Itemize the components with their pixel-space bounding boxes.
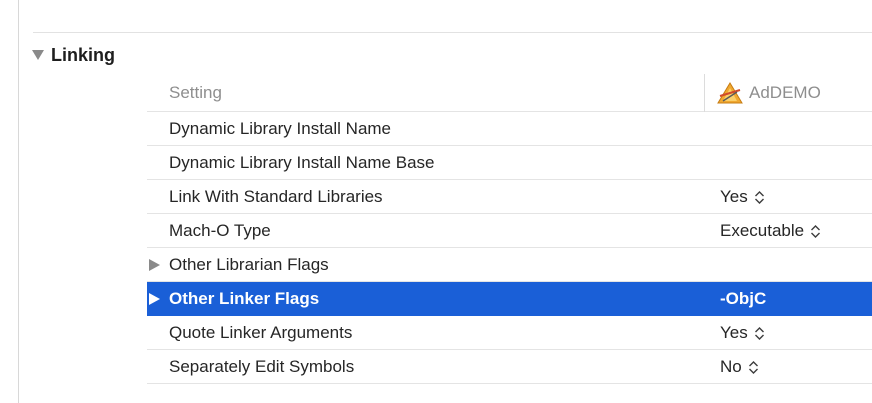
setting-value[interactable]: -ObjC bbox=[720, 282, 766, 316]
setting-row[interactable]: Mach-O Type Executable bbox=[147, 214, 872, 248]
setting-value-text: Yes bbox=[720, 187, 748, 206]
setting-row[interactable]: Dynamic Library Install Name bbox=[147, 112, 872, 146]
column-header-setting[interactable]: Setting bbox=[169, 74, 222, 112]
setting-row[interactable]: Other Linker Flags -ObjC bbox=[147, 282, 872, 316]
setting-row[interactable]: Dynamic Library Install Name Base bbox=[147, 146, 872, 180]
setting-value-text: No bbox=[720, 357, 742, 376]
table-header-row: Setting AdDEMO bbox=[147, 74, 872, 112]
setting-value[interactable]: Yes bbox=[720, 316, 765, 350]
setting-name: Link With Standard Libraries bbox=[169, 187, 383, 206]
setting-row[interactable]: Link With Standard Libraries Yes bbox=[147, 180, 872, 214]
disclosure-right-icon[interactable] bbox=[149, 259, 160, 271]
setting-value-text: -ObjC bbox=[720, 289, 767, 308]
section-header-linking[interactable]: Linking bbox=[32, 42, 115, 68]
setting-name: Quote Linker Arguments bbox=[169, 323, 353, 342]
disclosure-down-icon[interactable] bbox=[32, 50, 44, 60]
disclosure-right-icon[interactable] bbox=[149, 293, 160, 305]
build-settings-pane: Linking Setting AdDEMO Dynamic Library I… bbox=[0, 0, 872, 403]
setting-row[interactable]: Quote Linker Arguments Yes bbox=[147, 316, 872, 350]
setting-value[interactable]: Executable bbox=[720, 214, 821, 248]
setting-value[interactable]: No bbox=[720, 350, 759, 384]
setting-name: Mach-O Type bbox=[169, 221, 271, 240]
popup-stepper-icon[interactable] bbox=[748, 360, 759, 375]
pane-left-divider bbox=[18, 0, 19, 403]
setting-value-text: Yes bbox=[720, 323, 748, 342]
setting-name: Dynamic Library Install Name bbox=[169, 119, 392, 138]
target-name: AdDEMO bbox=[749, 83, 821, 102]
setting-name: Separately Edit Symbols bbox=[169, 357, 355, 376]
section-top-divider bbox=[33, 32, 872, 33]
popup-stepper-icon[interactable] bbox=[754, 326, 765, 341]
setting-name: Other Linker Flags bbox=[169, 289, 320, 308]
xcode-app-icon bbox=[717, 82, 743, 104]
section-title: Linking bbox=[51, 44, 115, 65]
popup-stepper-icon[interactable] bbox=[754, 190, 765, 205]
settings-table: Setting AdDEMO Dynamic Library Install N… bbox=[147, 74, 872, 384]
popup-stepper-icon[interactable] bbox=[810, 224, 821, 239]
setting-name: Other Librarian Flags bbox=[169, 255, 329, 274]
setting-value[interactable]: Yes bbox=[720, 180, 765, 214]
setting-row[interactable]: Other Librarian Flags bbox=[147, 248, 872, 282]
setting-value-text: Executable bbox=[720, 221, 805, 240]
column-header-target[interactable]: AdDEMO bbox=[704, 74, 821, 112]
setting-row[interactable]: Separately Edit Symbols No bbox=[147, 350, 872, 384]
setting-name: Dynamic Library Install Name Base bbox=[169, 153, 435, 172]
